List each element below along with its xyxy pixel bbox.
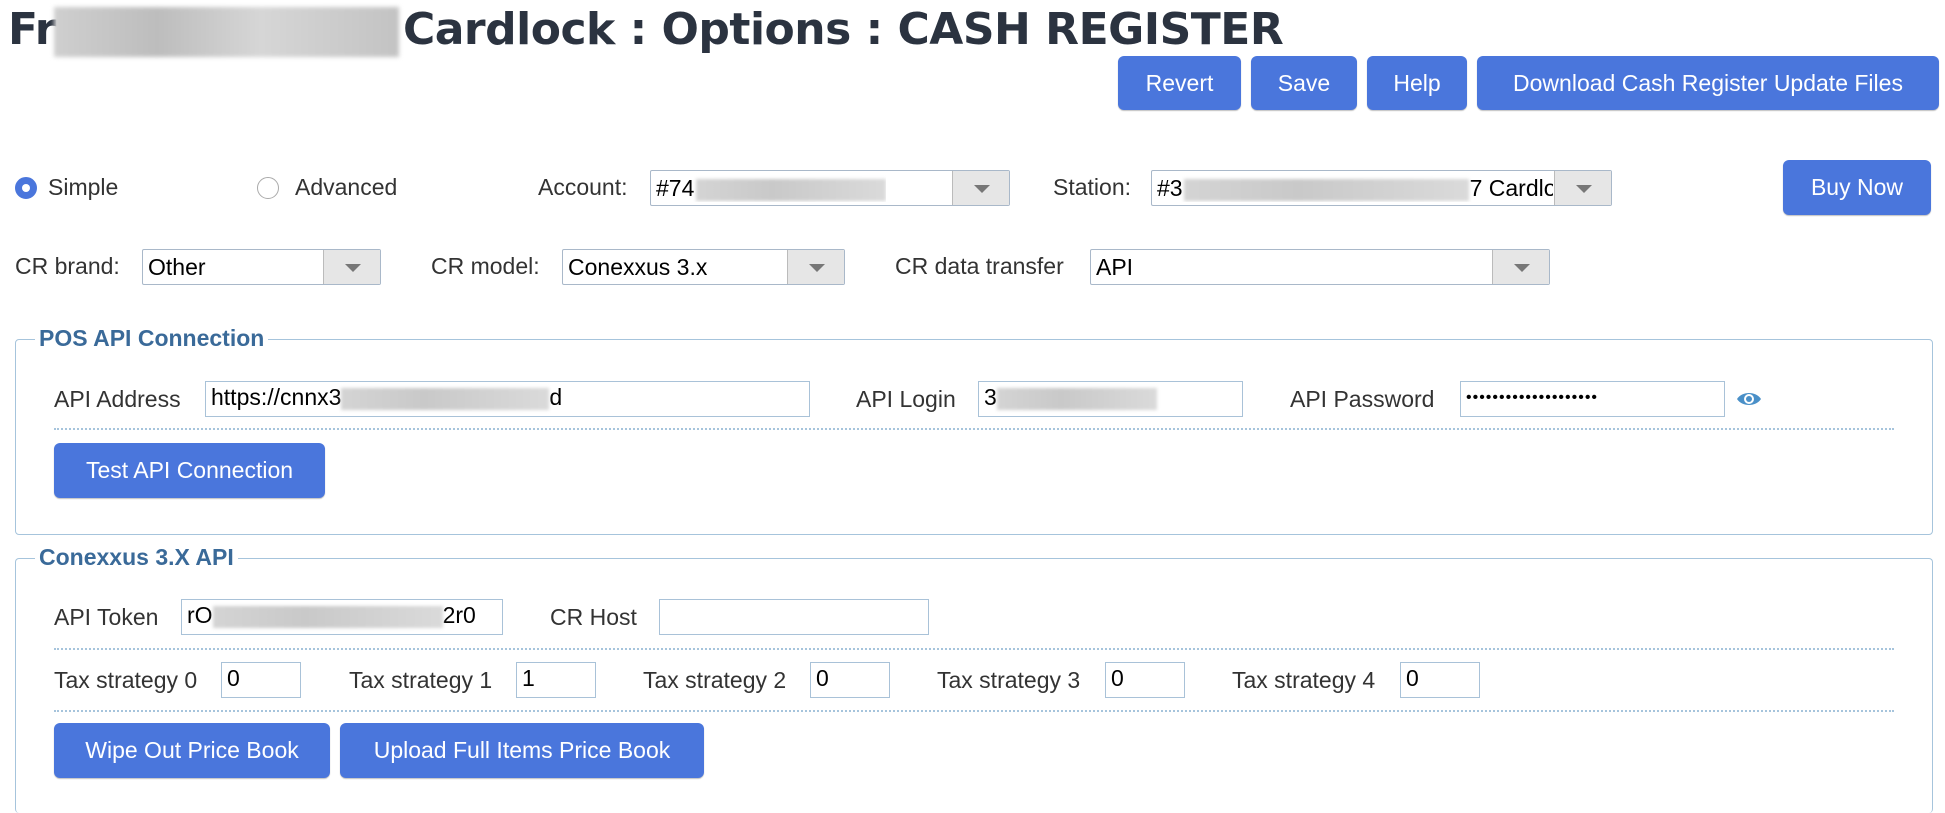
divider: [54, 710, 1894, 712]
tax-strategy-3-input[interactable]: 0: [1105, 662, 1185, 698]
account-select[interactable]: #74: [650, 170, 1010, 206]
tax-strategy-1-label: Tax strategy 1: [349, 667, 493, 693]
api-address-input[interactable]: https://cnnx3 d: [205, 381, 810, 417]
cr-model-value: Conexxus 3.x: [568, 254, 708, 280]
api-address-label: API Address: [54, 386, 181, 412]
divider: [54, 648, 1894, 650]
cr-host-label: CR Host: [550, 604, 637, 630]
station-select[interactable]: #37 Cardlocl: [1151, 170, 1612, 206]
advanced-radio-label: Advanced: [295, 174, 398, 200]
cr-data-transfer-select[interactable]: API: [1090, 249, 1550, 285]
redacted-api-token: [212, 605, 443, 628]
tax-strategy-1-input[interactable]: 1: [516, 662, 596, 698]
buy-now-button[interactable]: Buy Now: [1783, 160, 1931, 215]
api-password-label: API Password: [1290, 386, 1435, 412]
cr-model-select[interactable]: Conexxus 3.x: [562, 249, 845, 285]
tax-strategy-0-label: Tax strategy 0: [54, 667, 198, 693]
chevron-down-icon: [952, 171, 1009, 205]
chevron-down-icon: [323, 250, 380, 284]
wipe-out-price-book-button[interactable]: Wipe Out Price Book: [54, 723, 330, 778]
chevron-down-icon: [1554, 171, 1611, 205]
redacted-api-login: [996, 387, 1157, 410]
cr-data-transfer-label: CR data transfer: [895, 253, 1064, 279]
tax-strategy-4-input[interactable]: 0: [1400, 662, 1480, 698]
api-token-label: API Token: [54, 604, 159, 630]
pos-api-connection-section: [15, 339, 1933, 535]
save-button[interactable]: Save: [1251, 56, 1357, 110]
show-password-eye-icon[interactable]: [1736, 390, 1762, 408]
cr-host-input[interactable]: [659, 599, 929, 635]
account-label: Account:: [538, 174, 628, 200]
cr-brand-label: CR brand:: [15, 253, 120, 279]
station-value: #37 Cardlocl: [1157, 175, 1553, 201]
redacted-api-address: [341, 387, 550, 410]
tax-strategy-4-label: Tax strategy 4: [1232, 667, 1376, 693]
station-label: Station:: [1053, 174, 1131, 200]
tax-strategy-3-label: Tax strategy 3: [937, 667, 1081, 693]
page-title-suffix: Cardlock : Options : CASH REGISTER: [402, 4, 1284, 55]
conexxus-api-legend: Conexxus 3.X API: [35, 544, 238, 571]
api-login-input[interactable]: 3: [978, 381, 1243, 417]
cr-brand-select[interactable]: Other: [142, 249, 381, 285]
simple-radio-label: Simple: [48, 174, 119, 200]
account-value: #74: [656, 175, 887, 202]
api-token-input[interactable]: rO 2r0: [181, 599, 503, 635]
cr-data-transfer-value: API: [1096, 254, 1134, 280]
simple-radio[interactable]: [15, 177, 37, 199]
redacted-station: [1183, 178, 1469, 201]
download-update-files-button[interactable]: Download Cash Register Update Files: [1477, 56, 1939, 110]
tax-strategy-0-input[interactable]: 0: [221, 662, 301, 698]
upload-full-items-price-book-button[interactable]: Upload Full Items Price Book: [340, 723, 704, 778]
cr-model-label: CR model:: [431, 253, 540, 279]
test-api-connection-button[interactable]: Test API Connection: [54, 443, 325, 498]
cr-brand-value: Other: [148, 254, 206, 280]
redacted-account: [696, 178, 887, 201]
pos-api-connection-legend: POS API Connection: [35, 325, 269, 352]
chevron-down-icon: [787, 250, 844, 284]
page-title-prefix: Fr: [8, 4, 56, 55]
redacted-station-name: [53, 7, 399, 57]
api-password-input[interactable]: ••••••••••••••••••••: [1460, 381, 1725, 417]
help-button[interactable]: Help: [1367, 56, 1467, 110]
api-login-label: API Login: [856, 386, 956, 412]
page-title: Fr Cardlock : Options : CASH REGISTER: [8, 4, 1284, 57]
advanced-radio[interactable]: [257, 177, 279, 199]
tax-strategy-2-label: Tax strategy 2: [643, 667, 787, 693]
tax-strategy-2-input[interactable]: 0: [810, 662, 890, 698]
revert-button[interactable]: Revert: [1118, 56, 1241, 110]
chevron-down-icon: [1492, 250, 1549, 284]
divider: [54, 428, 1894, 430]
